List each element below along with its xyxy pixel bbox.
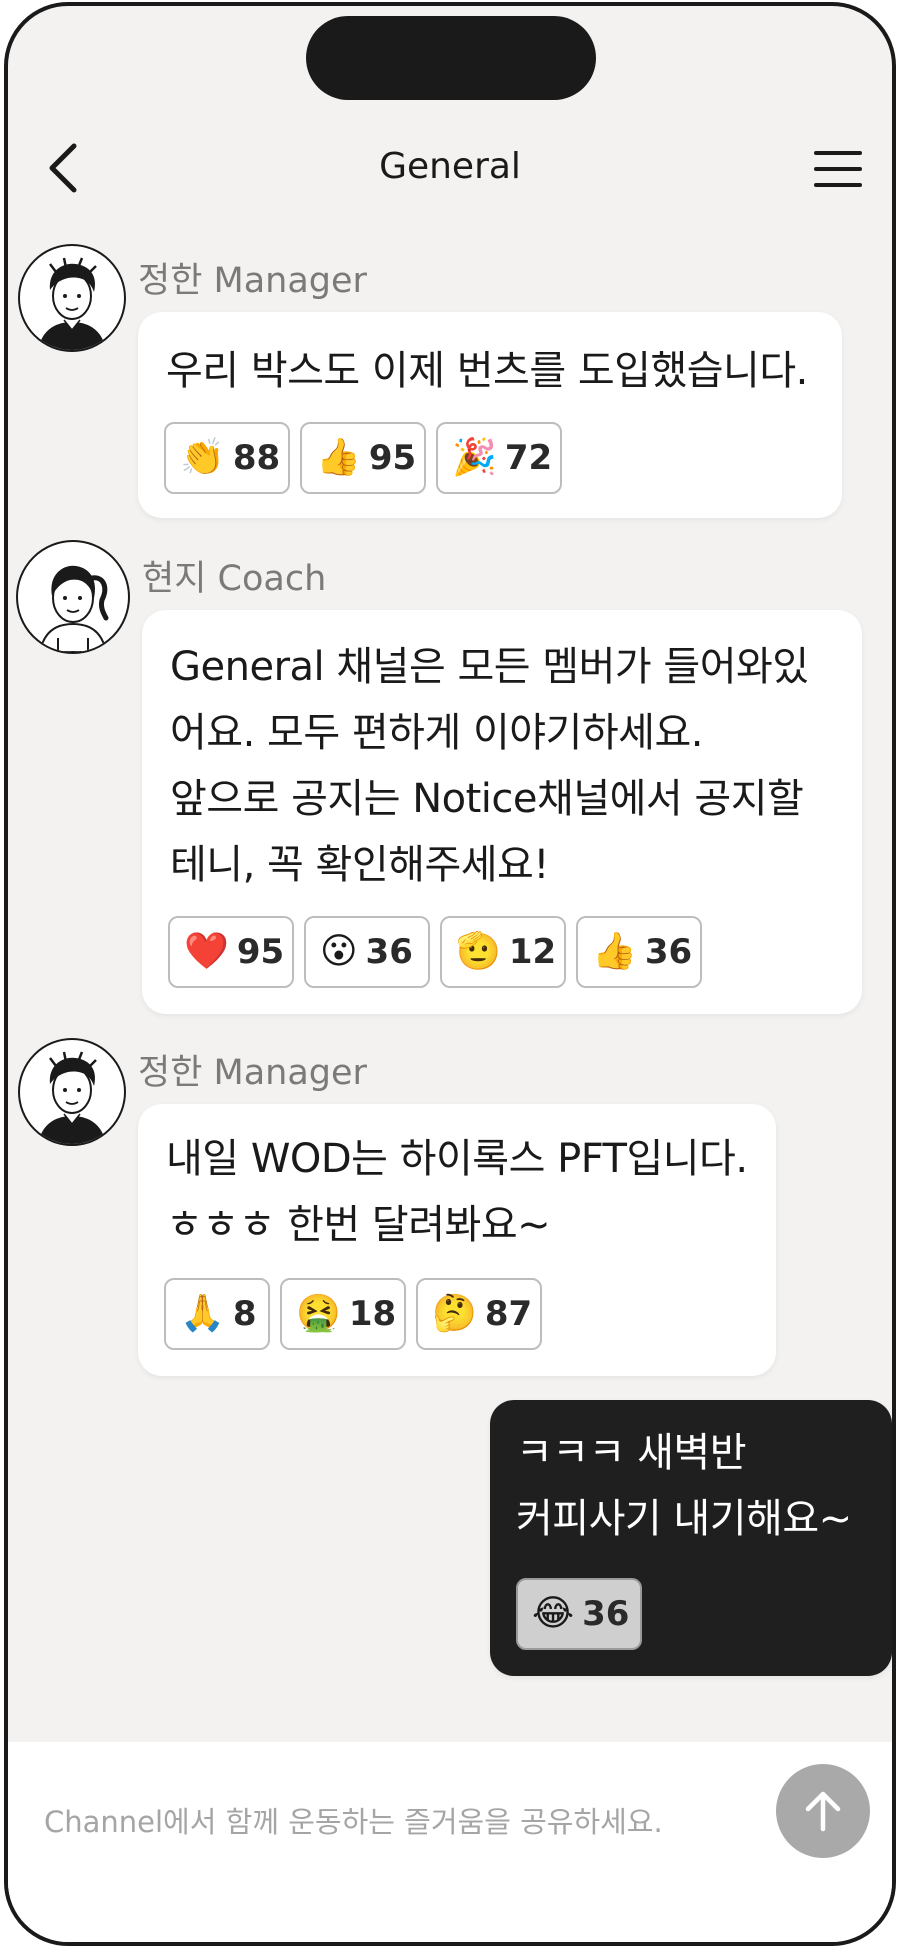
- reaction-count: 8: [232, 1294, 257, 1334]
- thinking-face-icon: 🤔: [432, 1293, 477, 1334]
- thumbs-up-icon: 👍: [592, 931, 637, 972]
- female-avatar-icon: [38, 565, 109, 652]
- reaction-row: 😂 36: [516, 1578, 642, 1650]
- channel-title: General: [379, 146, 521, 187]
- tears-of-joy-icon: 😂: [532, 1593, 575, 1634]
- male-avatar-icon: [38, 1051, 106, 1144]
- message-text: ㅋㅋㅋ 새벽반 커피사기 내기해요~: [516, 1430, 852, 1542]
- channel-header: General: [8, 116, 892, 226]
- thumbs-up-icon: 👍: [316, 437, 361, 478]
- send-button[interactable]: [776, 1764, 870, 1858]
- clapping-hands-icon: 👏: [180, 437, 225, 478]
- reaction-row: 🙏 8 🤮 18 🤔 87: [164, 1278, 542, 1350]
- reaction-count: 12: [508, 932, 557, 972]
- hamburger-menu-icon: [814, 151, 862, 187]
- reaction-count: 72: [504, 438, 553, 478]
- reaction-count: 36: [582, 1594, 630, 1634]
- reaction-count: 95: [368, 438, 417, 478]
- message-bubble[interactable]: 우리 박스도 이제 번츠를 도입했습니다. 👏 88 👍 95 🎉 72: [138, 312, 842, 518]
- reaction-party[interactable]: 🎉 72: [436, 422, 562, 494]
- message-text: General 채널은 모든 멤버가 들어와있 어요. 모두 편하게 이야기하세…: [170, 644, 809, 888]
- sender-name: 정한 Manager: [138, 261, 367, 301]
- phone-frame: General 정한 Manager 우리 박스도 이제 번츠를 도입했습니다.…: [4, 2, 896, 1946]
- red-heart-icon: ❤️: [184, 931, 229, 972]
- reaction-surprised[interactable]: 😮 36: [304, 916, 430, 988]
- male-avatar-icon: [38, 257, 106, 350]
- saluting-face-icon: 🫡: [456, 931, 501, 972]
- reaction-count: 88: [232, 438, 281, 478]
- reaction-clap[interactable]: 👏 88: [164, 422, 290, 494]
- message-bubble[interactable]: 내일 WOD는 하이록스 PFT입니다. ㅎㅎㅎ 한번 달려봐요~ 🙏 8 🤮 …: [138, 1104, 776, 1376]
- reaction-salute[interactable]: 🫡 12: [440, 916, 566, 988]
- arrow-up-icon: [805, 1791, 841, 1832]
- reaction-count: 18: [348, 1294, 397, 1334]
- reaction-heart[interactable]: ❤️ 95: [168, 916, 294, 988]
- my-message-bubble[interactable]: ㅋㅋㅋ 새벽반 커피사기 내기해요~ 😂 36: [490, 1400, 892, 1676]
- message-composer: [8, 1742, 892, 1942]
- reaction-count: 87: [484, 1294, 533, 1334]
- reaction-pray[interactable]: 🙏 8: [164, 1278, 270, 1350]
- message-text: 우리 박스도 이제 번츠를 도입했습니다.: [166, 348, 808, 394]
- reaction-count: 36: [644, 932, 693, 972]
- message-text: 내일 WOD는 하이록스 PFT입니다. ㅎㅎㅎ 한번 달려봐요~: [166, 1136, 748, 1248]
- reaction-vomit[interactable]: 🤮 18: [280, 1278, 406, 1350]
- dynamic-island: [306, 16, 596, 100]
- avatar[interactable]: [16, 540, 130, 654]
- reaction-thumbs-up[interactable]: 👍 36: [576, 916, 702, 988]
- reaction-thinking[interactable]: 🤔 87: [416, 1278, 542, 1350]
- reaction-row: 👏 88 👍 95 🎉 72: [164, 422, 562, 494]
- menu-button[interactable]: [810, 144, 866, 194]
- reaction-row: ❤️ 95 😮 36 🫡 12 👍 36: [168, 916, 702, 988]
- folded-hands-icon: 🙏: [180, 1293, 225, 1334]
- message-input[interactable]: [44, 1792, 744, 1852]
- sender-name: 현지 Coach: [142, 559, 327, 599]
- surprised-face-icon: 😮: [320, 931, 358, 972]
- vomiting-face-icon: 🤮: [296, 1293, 341, 1334]
- reaction-laugh[interactable]: 😂 36: [516, 1578, 642, 1650]
- avatar[interactable]: [18, 1038, 126, 1146]
- reaction-count: 95: [236, 932, 285, 972]
- sender-name: 정한 Manager: [138, 1053, 367, 1093]
- reaction-thumbs-up[interactable]: 👍 95: [300, 422, 426, 494]
- reaction-count: 36: [365, 932, 413, 972]
- message-bubble[interactable]: General 채널은 모든 멤버가 들어와있 어요. 모두 편하게 이야기하세…: [142, 610, 862, 1014]
- avatar[interactable]: [18, 244, 126, 352]
- party-popper-icon: 🎉: [452, 437, 497, 478]
